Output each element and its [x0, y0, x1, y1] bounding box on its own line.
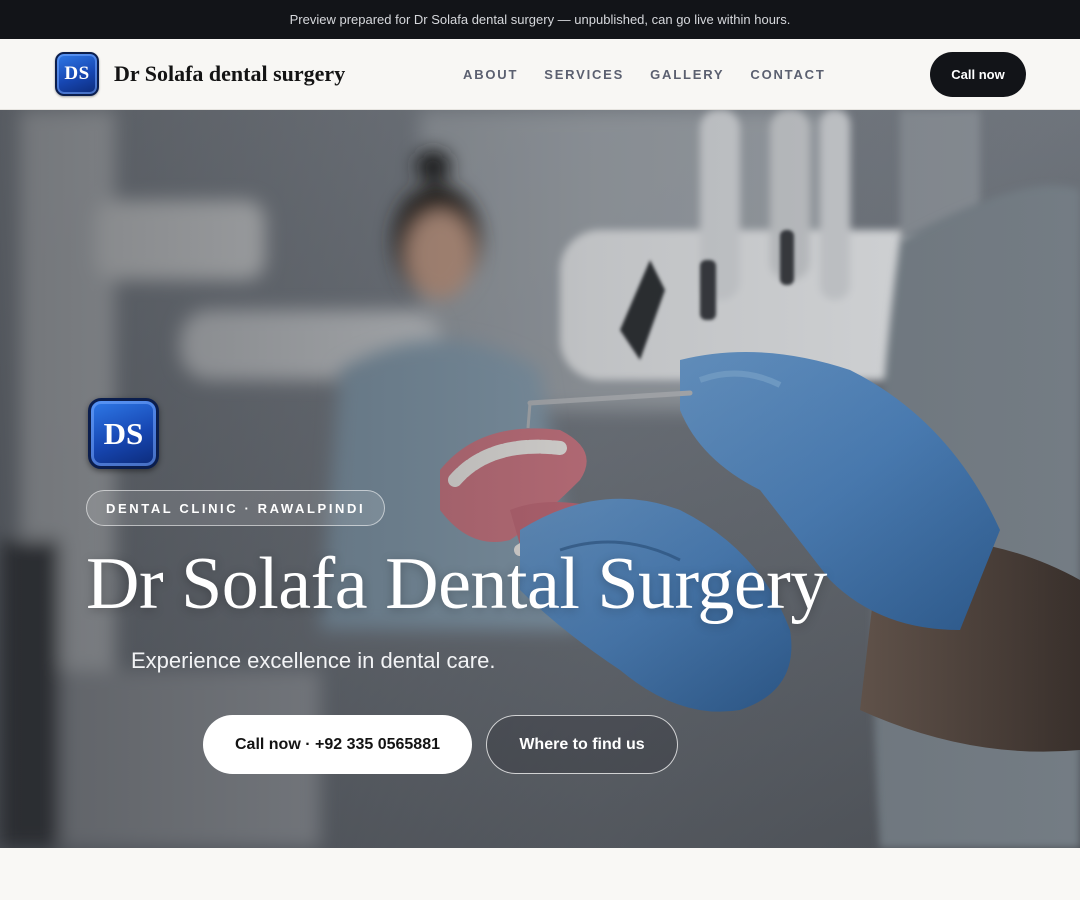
main-nav: ABOUT SERVICES GALLERY CONTACT: [463, 39, 852, 109]
logo-icon: DS: [55, 52, 99, 96]
nav-item-contact[interactable]: CONTACT: [750, 67, 825, 82]
nav-item-gallery[interactable]: GALLERY: [650, 67, 724, 82]
nav-item-services[interactable]: SERVICES: [544, 67, 624, 82]
call-now-button[interactable]: Call now: [930, 52, 1026, 97]
hero-subtitle: Experience excellence in dental care.: [131, 648, 496, 673]
brand-name: Dr Solafa dental surgery: [114, 61, 346, 86]
preview-banner-text: Preview prepared for Dr Solafa dental su…: [289, 12, 791, 27]
hero-title: Dr Solafa Dental Surgery: [86, 543, 827, 625]
preview-banner: Preview prepared for Dr Solafa dental su…: [0, 0, 1080, 39]
hero-logo-icon: DS: [88, 398, 159, 469]
call-phone-button[interactable]: Call now · +92 335 0565881: [203, 715, 472, 774]
next-section-edge: [0, 848, 1080, 900]
hero-section: DS DENTAL CLINIC · RAWALPINDI Dr Solafa …: [0, 110, 1080, 848]
site-header: DS Dr Solafa dental surgery ABOUT SERVIC…: [0, 39, 1080, 110]
location-tag: DENTAL CLINIC · RAWALPINDI: [86, 490, 386, 526]
brand-link[interactable]: DS Dr Solafa dental surgery: [55, 52, 345, 96]
find-us-button[interactable]: Where to find us: [486, 715, 678, 774]
nav-item-about[interactable]: ABOUT: [463, 67, 518, 82]
